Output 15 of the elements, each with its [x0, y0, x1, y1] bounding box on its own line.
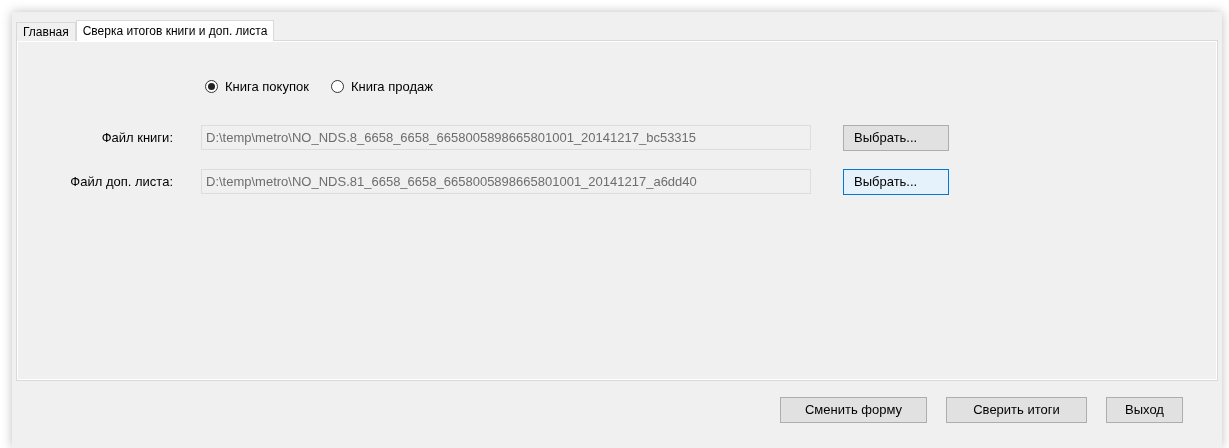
tab[interactable]: Главная [16, 22, 76, 41]
action-button[interactable]: Сверить итоги [946, 397, 1087, 423]
field-label: Файл доп. листа: [69, 172, 174, 191]
radio-button[interactable] [205, 80, 218, 94]
browse-button[interactable]: Выбрать... [843, 168, 949, 195]
radio-label: Книга покупок [225, 78, 309, 96]
field-label: Файл книги: [100, 128, 174, 147]
radio-label: Книга продаж [350, 78, 433, 96]
browse-button[interactable]: Выбрать... [843, 124, 949, 151]
radio-button[interactable] [330, 80, 344, 94]
input-field[interactable]: D:\temp\metro\NO_NDS.8_6658_6658_6658005898665801001_20141217_bc53315 [201, 125, 811, 150]
action-button[interactable]: Выход [1106, 397, 1183, 423]
tab[interactable]: Сверка итогов книги и доп. листа [75, 20, 275, 41]
action-button[interactable]: Сменить форму [780, 397, 927, 423]
input-field[interactable]: D:\temp\metro\NO_NDS.81_6658_6658_6658005898665801001_20141217_a6dd40 [201, 169, 811, 194]
